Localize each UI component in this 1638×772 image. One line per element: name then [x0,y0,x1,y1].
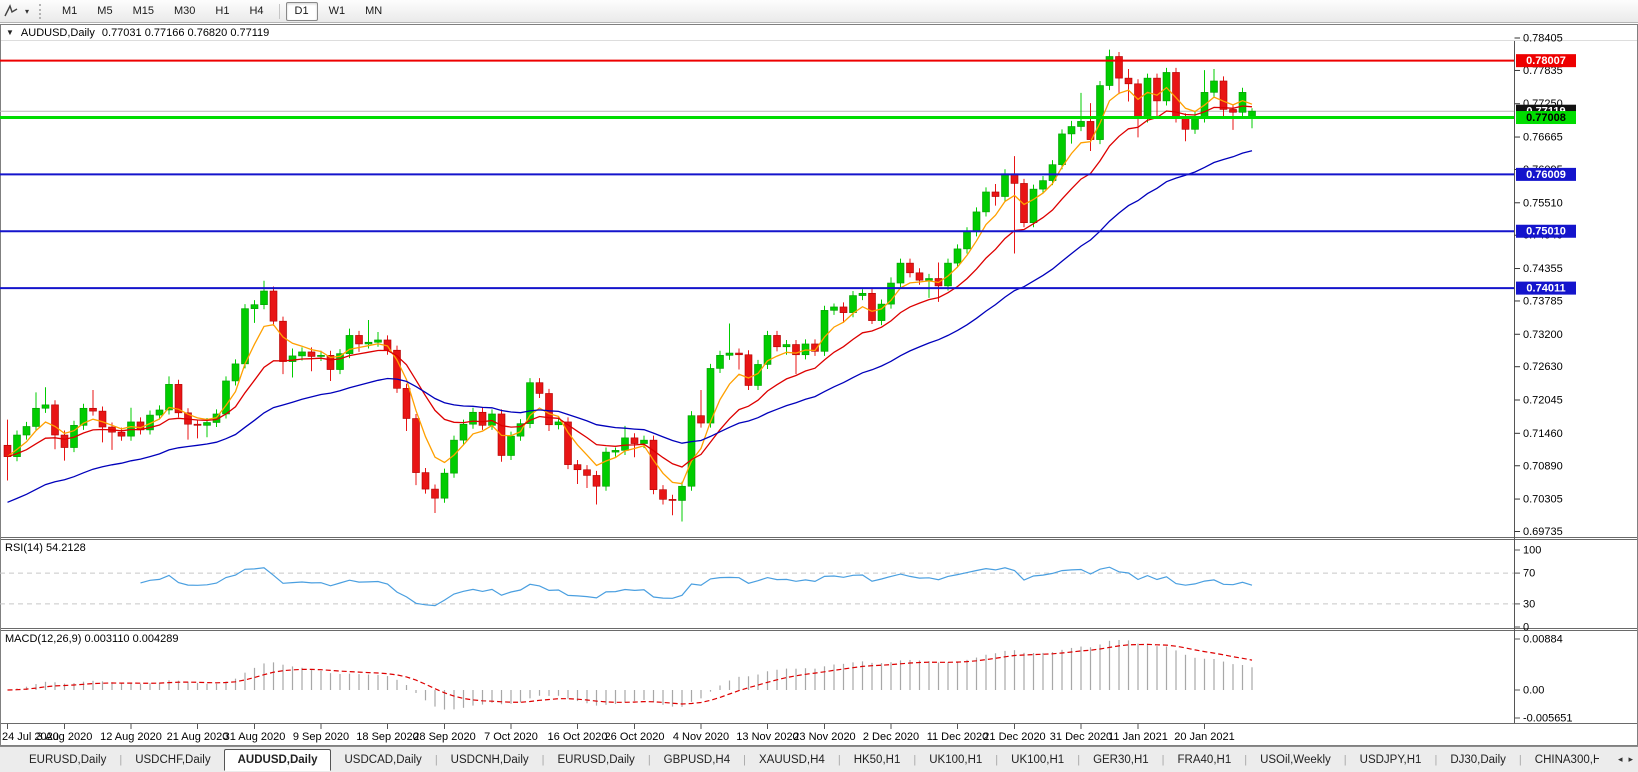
toolbar-separator [279,4,280,19]
tab-usdjpy-h1[interactable]: USDJPY,H1 [1347,750,1435,770]
price-level-label[interactable]: 0.74011 [1516,282,1576,295]
rsi-indicator-label: RSI(14) 54.2128 [5,542,86,554]
svg-text:20 Jan 2021: 20 Jan 2021 [1174,731,1235,743]
price-level-label[interactable]: 0.75010 [1516,225,1576,238]
price-level-label[interactable]: 0.78007 [1516,54,1576,67]
svg-text:0.72630: 0.72630 [1523,361,1563,373]
tab-hk50-h1[interactable]: HK50,H1 [841,750,914,770]
toolbar-grip [39,4,45,19]
svg-text:4 Nov 2020: 4 Nov 2020 [673,731,729,743]
timeframe-button-d1[interactable]: D1 [286,2,318,21]
tab-usoil-weekly[interactable]: USOil,Weekly [1247,750,1344,770]
svg-text:0: 0 [1523,622,1529,634]
timeframe-button-mn[interactable]: MN [356,2,391,21]
svg-text:7 Oct 2020: 7 Oct 2020 [484,731,538,743]
macd-name: MACD(12,26,9) [5,633,81,645]
symbol-tabs: EURUSD,Daily|USDCHF,DailyAUDUSD,DailyUSD… [0,747,1599,772]
svg-text:0.75510: 0.75510 [1523,197,1563,209]
tab-xauusd-h4[interactable]: XAUUSD,H4 [746,750,838,770]
tab-china300-h1[interactable]: CHINA300,H1 [1522,750,1599,770]
svg-text:0.00: 0.00 [1523,685,1544,697]
svg-text:13 Nov 2020: 13 Nov 2020 [736,731,798,743]
svg-text:0.74011: 0.74011 [1526,283,1565,295]
svg-text:0.00884: 0.00884 [1523,634,1563,646]
svg-text:0.70890: 0.70890 [1523,460,1563,472]
svg-text:28 Sep 2020: 28 Sep 2020 [413,731,475,743]
svg-text:0.78007: 0.78007 [1526,55,1566,67]
tab-ger30-h1[interactable]: GER30,H1 [1080,750,1162,770]
tab-fra40-h1[interactable]: FRA40,H1 [1165,750,1245,770]
tab-usdcnh-daily[interactable]: USDCNH,Daily [438,750,542,770]
tab-audusd-daily[interactable]: AUDUSD,Daily [224,749,332,771]
timeframe-button-m30[interactable]: M30 [165,2,204,21]
timeframe-button-m15[interactable]: M15 [124,2,163,21]
timeframe-button-w1[interactable]: W1 [320,2,355,21]
timeframe-button-h1[interactable]: H1 [206,2,238,21]
svg-text:0.69735: 0.69735 [1523,526,1563,538]
svg-text:0.72045: 0.72045 [1523,395,1563,407]
svg-text:0.78405: 0.78405 [1523,33,1563,45]
svg-text:31 Aug 2020: 31 Aug 2020 [224,731,286,743]
svg-text:3 Aug 2020: 3 Aug 2020 [37,731,93,743]
price-level-label[interactable]: 0.77008 [1516,111,1576,124]
timeframe-button-group: M1M5M15M30H1H4 D1W1MN [52,0,392,22]
toolbar: ▾ M1M5M15M30H1H4 D1W1MN [0,0,1638,23]
svg-text:0.70305: 0.70305 [1523,494,1563,506]
rsi-name: RSI(14) [5,542,43,554]
tab-gbpusd-h4[interactable]: GBPUSD,H4 [651,750,743,770]
svg-text:11 Dec 2020: 11 Dec 2020 [927,731,989,743]
tab-uk100-h1[interactable]: UK100,H1 [998,750,1077,770]
svg-text:100: 100 [1523,545,1541,557]
tab-dj30-daily[interactable]: DJ30,Daily [1437,750,1519,770]
chart-title: AUDUSD,Daily [21,27,95,39]
svg-text:12 Aug 2020: 12 Aug 2020 [100,731,162,743]
svg-text:0.77008: 0.77008 [1526,112,1566,124]
tab-uk100-h1[interactable]: UK100,H1 [916,750,995,770]
svg-text:0.76665: 0.76665 [1523,132,1563,144]
svg-text:11 Jan 2021: 11 Jan 2021 [1108,731,1168,743]
tab-usdcad-daily[interactable]: USDCAD,Daily [331,750,434,770]
timeframe-button-m1[interactable]: M1 [53,2,86,21]
svg-text:70: 70 [1523,568,1535,580]
price-level-label[interactable]: 0.76009 [1516,168,1576,181]
chart-ohlc-values: 0.77031 0.77166 0.76820 0.77119 [102,27,269,39]
svg-text:30: 30 [1523,598,1535,610]
tab-usdchf-daily[interactable]: USDCHF,Daily [122,750,223,770]
tool-dropdown-arrow-icon[interactable]: ▾ [20,7,34,16]
tab-scroll-left-icon[interactable]: ◂ [1618,754,1623,765]
svg-text:31 Dec 2020: 31 Dec 2020 [1050,731,1112,743]
svg-text:0.73785: 0.73785 [1523,295,1563,307]
svg-text:0.74355: 0.74355 [1523,263,1563,275]
svg-text:21 Dec 2020: 21 Dec 2020 [983,731,1045,743]
svg-text:16 Oct 2020: 16 Oct 2020 [548,731,608,743]
line-tool-icon[interactable] [2,3,20,19]
tab-eurusd-daily[interactable]: EURUSD,Daily [544,750,647,770]
chart-area[interactable]: 0.784050.778350.772500.766650.760950.755… [0,0,1638,772]
macd-indicator-label: MACD(12,26,9) 0.003110 0.004289 [5,633,178,645]
svg-text:18 Sep 2020: 18 Sep 2020 [356,731,418,743]
macd-values: 0.003110 0.004289 [84,633,178,645]
svg-text:9 Sep 2020: 9 Sep 2020 [293,731,349,743]
svg-text:23 Nov 2020: 23 Nov 2020 [793,731,855,743]
svg-text:21 Aug 2020: 21 Aug 2020 [167,731,229,743]
timeframe-button-m5[interactable]: M5 [88,2,121,21]
chart-window-title: ▼ AUDUSD,Daily 0.77031 0.77166 0.76820 0… [6,26,269,39]
timeframe-button-h4[interactable]: H4 [240,2,272,21]
svg-text:-0.005651: -0.005651 [1523,713,1573,725]
svg-text:0.75010: 0.75010 [1526,226,1566,238]
tab-eurusd-daily[interactable]: EURUSD,Daily [16,750,119,770]
tab-scroll-controls: ◂ ▸ [1599,754,1638,765]
svg-text:0.76009: 0.76009 [1526,169,1566,181]
svg-text:0.73200: 0.73200 [1523,329,1563,341]
tab-scroll-right-icon[interactable]: ▸ [1628,754,1633,765]
symbol-tab-bar: EURUSD,Daily|USDCHF,DailyAUDUSD,DailyUSD… [0,746,1638,772]
rsi-value: 54.2128 [46,542,86,554]
svg-text:26 Oct 2020: 26 Oct 2020 [605,731,665,743]
svg-text:0.71460: 0.71460 [1523,428,1563,440]
collapse-triangle-icon[interactable]: ▼ [6,28,14,37]
svg-text:2 Dec 2020: 2 Dec 2020 [863,731,919,743]
